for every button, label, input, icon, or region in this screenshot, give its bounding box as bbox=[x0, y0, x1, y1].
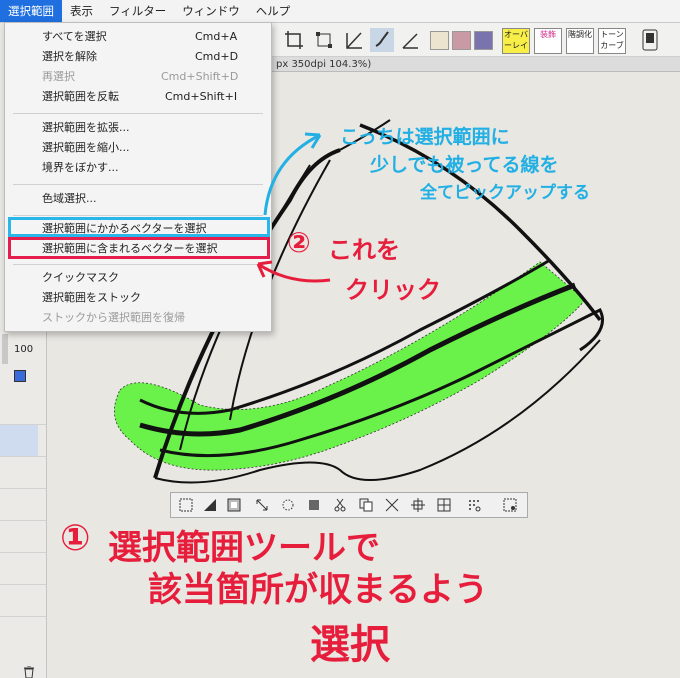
invert-selection-icon[interactable] bbox=[227, 498, 241, 512]
menu-item-shortcut: Cmd+Shift+D bbox=[161, 70, 239, 83]
panel-edge bbox=[2, 334, 8, 364]
menu-item-quick-mask[interactable]: クイックマスク bbox=[5, 268, 271, 288]
menu-item-shortcut: Cmd+A bbox=[195, 30, 238, 43]
ruler-icon[interactable] bbox=[398, 28, 422, 52]
menu-item-label: すべてを選択 bbox=[42, 30, 107, 43]
menu-item-expand-selection[interactable]: 選択範囲を拡張... bbox=[5, 118, 271, 138]
blend-color-swatch[interactable] bbox=[14, 370, 26, 382]
menu-item-deselect[interactable]: 選択を解除 Cmd+D bbox=[5, 47, 271, 67]
transform-icon[interactable] bbox=[312, 28, 336, 52]
color-swatch-cream[interactable] bbox=[430, 31, 449, 50]
cyan-arrow bbox=[263, 132, 322, 216]
menu-item-shrink-selection[interactable]: 選択範囲を縮小... bbox=[5, 138, 271, 158]
red-arrow bbox=[256, 260, 331, 283]
annotation-step1-line3: 選択 bbox=[310, 622, 390, 668]
annotation-step1-line2: 該当箇所が収まるよう bbox=[148, 570, 488, 610]
color-swatch-pink[interactable] bbox=[452, 31, 471, 50]
deselect-icon[interactable] bbox=[179, 498, 193, 512]
layer-divider bbox=[0, 488, 46, 489]
dotted-grid-icon[interactable] bbox=[467, 498, 481, 512]
opacity-value[interactable]: 100 bbox=[14, 344, 33, 355]
tablet-icon[interactable] bbox=[638, 28, 662, 52]
menu-help[interactable]: ヘルプ bbox=[248, 0, 299, 22]
crop-icon[interactable] bbox=[282, 28, 306, 52]
menu-filter[interactable]: フィルター bbox=[101, 0, 174, 22]
selection-launcher-bar bbox=[170, 492, 528, 518]
menu-item-label: 選択範囲を縮小... bbox=[42, 141, 130, 154]
menu-item-label: 色域選択... bbox=[42, 192, 97, 205]
menu-item-label: 選択範囲を反転 bbox=[42, 90, 119, 103]
line-tool-icon[interactable] bbox=[342, 28, 366, 52]
menu-item-restore-selection[interactable]: ストックから選択範囲を復帰 bbox=[5, 308, 271, 328]
layer-divider bbox=[0, 552, 46, 553]
menu-item-label: 選択範囲をストック bbox=[42, 291, 141, 304]
layer-divider bbox=[0, 456, 46, 457]
menu-item-color-range[interactable]: 色域選択... bbox=[5, 189, 271, 209]
menu-item-shortcut: Cmd+D bbox=[195, 50, 239, 63]
scale-icon[interactable] bbox=[411, 498, 425, 512]
menu-bar: 選択範囲 表示 フィルター ウィンドウ ヘルプ bbox=[0, 0, 680, 23]
highlight-overlapping-vectors bbox=[8, 217, 270, 237]
menu-item-feather-border[interactable]: 境界をぼかす... bbox=[5, 158, 271, 178]
annotation-cyan-line2: 少しでも被ってる線を bbox=[370, 154, 559, 176]
menu-window[interactable]: ウィンドウ bbox=[174, 0, 248, 22]
color-swatch-purple[interactable] bbox=[474, 31, 493, 50]
cut-icon[interactable] bbox=[333, 498, 347, 512]
menu-item-label: 選択を解除 bbox=[42, 50, 97, 63]
layer-panel: 100 bbox=[0, 332, 47, 678]
clear-icon[interactable] bbox=[385, 498, 399, 512]
menu-separator bbox=[13, 264, 263, 265]
document-tab[interactable]: px 350dpi 104.3%) bbox=[272, 57, 680, 72]
tone-curve-button[interactable]: トーンカーブ bbox=[598, 28, 626, 54]
menu-item-label: 境界をぼかす... bbox=[42, 161, 119, 174]
expand-selection-icon[interactable] bbox=[255, 498, 269, 512]
annotation-cyan-line3: 全てピックアップする bbox=[420, 183, 590, 203]
decoration-button[interactable]: 装飾 bbox=[534, 28, 562, 54]
menu-item-store-selection[interactable]: 選択範囲をストック bbox=[5, 288, 271, 308]
annotation-step1-number: ① bbox=[60, 518, 91, 559]
layer-divider bbox=[0, 424, 46, 425]
layer-divider bbox=[0, 584, 46, 585]
posterize-button[interactable]: 階調化 bbox=[566, 28, 594, 54]
brush-icon[interactable] bbox=[370, 28, 394, 52]
menu-item-label: クイックマスク bbox=[42, 271, 119, 284]
menu-item-shortcut: Cmd+Shift+I bbox=[165, 90, 238, 103]
annotation-step2-line2: クリック bbox=[345, 276, 441, 304]
menu-separator bbox=[13, 184, 263, 185]
menu-item-label: 選択範囲を拡張... bbox=[42, 121, 130, 134]
fill-selection-icon[interactable] bbox=[307, 498, 321, 512]
selection-dropdown-menu: すべてを選択 Cmd+A 選択を解除 Cmd+D 再選択 Cmd+Shift+D… bbox=[4, 22, 272, 332]
menu-item-label: ストックから選択範囲を復帰 bbox=[42, 311, 185, 324]
menu-item-invert-selection[interactable]: 選択範囲を反転 Cmd+Shift+I bbox=[5, 87, 271, 107]
trash-icon[interactable] bbox=[22, 666, 36, 678]
command-toolbar: オーバーレイ 装飾 階調化 トーンカーブ bbox=[272, 23, 680, 57]
crop-to-selection-icon[interactable] bbox=[203, 498, 217, 512]
menu-item-label: 再選択 bbox=[42, 70, 75, 83]
layer-divider bbox=[0, 520, 46, 521]
layer-row-selected[interactable] bbox=[0, 424, 38, 456]
settings-icon[interactable] bbox=[503, 498, 517, 512]
menu-item-reselect[interactable]: 再選択 Cmd+Shift+D bbox=[5, 67, 271, 87]
highlight-contained-vectors bbox=[8, 237, 270, 259]
copy-icon[interactable] bbox=[359, 498, 373, 512]
mesh-transform-icon[interactable] bbox=[437, 498, 451, 512]
menu-selection[interactable]: 選択範囲 bbox=[0, 0, 62, 22]
menu-item-select-all[interactable]: すべてを選択 Cmd+A bbox=[5, 27, 271, 47]
menu-separator bbox=[13, 215, 263, 216]
annotation-cyan-line1: こっちは選択範囲に bbox=[340, 126, 510, 148]
shrink-selection-icon[interactable] bbox=[281, 498, 295, 512]
overlay-button[interactable]: オーバーレイ bbox=[502, 28, 530, 54]
menu-view[interactable]: 表示 bbox=[62, 0, 101, 22]
layer-divider bbox=[0, 616, 46, 617]
menu-separator bbox=[13, 113, 263, 114]
